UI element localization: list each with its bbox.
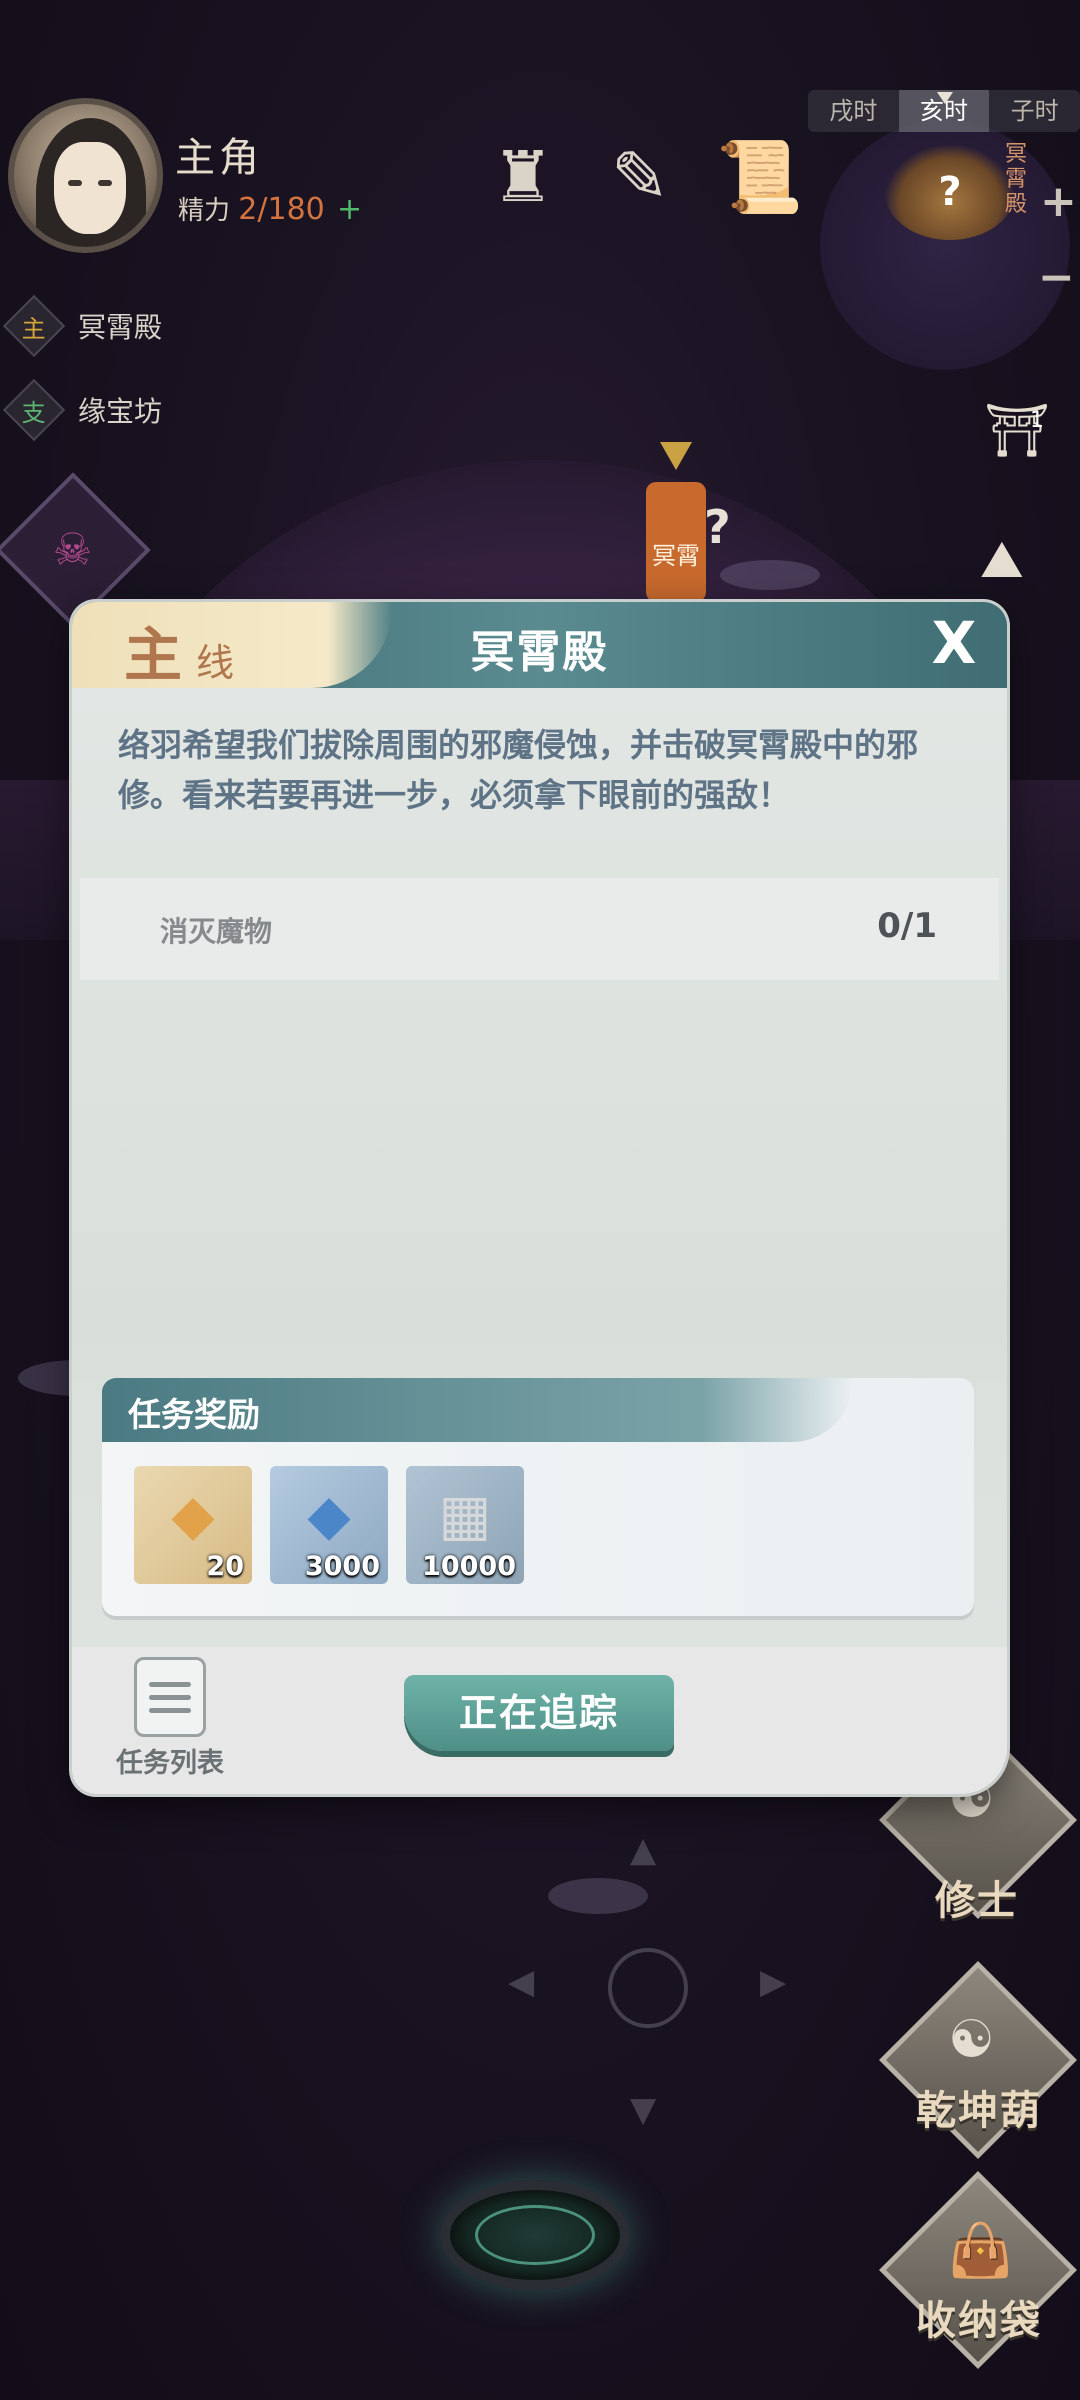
side-menu-label: 乾坤葫	[916, 2088, 1042, 2134]
demon-mask-icon: ☠	[53, 524, 93, 576]
reward-title: 任务奖励	[128, 1395, 260, 1434]
sword-tool-icon[interactable]: ♜	[478, 130, 568, 225]
marker-label: 冥霄	[652, 542, 700, 570]
reward-quantity: 10000	[422, 1551, 516, 1582]
stamina-display: 精力 2/180 +	[178, 190, 362, 227]
dpad-down-icon[interactable]: ▼	[630, 2090, 656, 2130]
marker-arrow-icon	[660, 442, 692, 470]
quest-list-label: 任务列表	[116, 1748, 224, 1779]
quest-tag: 主	[2, 294, 66, 358]
reward-quantity: 20	[206, 1551, 244, 1582]
cloud	[720, 560, 820, 590]
reward-quantity: 3000	[304, 1551, 380, 1582]
stamina-add-button[interactable]: +	[337, 192, 362, 227]
dpad-right-icon[interactable]: ▶	[760, 1962, 786, 2002]
time-cell: 子时	[1010, 97, 1059, 125]
player-avatar[interactable]	[8, 98, 163, 253]
quest-tag-text: 支	[22, 398, 46, 427]
time-marker-icon	[937, 92, 953, 104]
stamina-label: 精力	[178, 196, 231, 226]
reward-item[interactable]: ◆ 20	[134, 1466, 252, 1584]
quest-tracker-main[interactable]: 主 冥霄殿	[2, 294, 163, 358]
stamina-value: 2/180	[238, 192, 325, 227]
quest-objective-row: 消灭魔物 0/1	[80, 878, 999, 980]
notification-count: 1	[1030, 408, 1044, 433]
scroll-tool-icon[interactable]: 📜	[715, 130, 805, 225]
reward-panel: 任务奖励 ◆ 20 ◆ 3000 ▦ 10000	[102, 1378, 974, 1616]
pagoda-icon[interactable]: ⛰	[980, 530, 1024, 591]
dpad-up-icon[interactable]: ▲	[630, 1830, 656, 1870]
gourd-icon: ☯	[948, 2010, 995, 2070]
avatar-eye	[98, 180, 112, 186]
teleport-portal[interactable]	[440, 2180, 630, 2290]
quest-tag-text: 主	[22, 314, 46, 343]
side-menu-label: 修士	[935, 1878, 1019, 1924]
portal-ring	[475, 2205, 595, 2265]
quest-description: 络羽希望我们拔除周围的邪魔侵蚀，并击破冥霄殿中的邪修。看来若要再进一步，必须拿下…	[118, 726, 919, 814]
list-icon	[134, 1657, 206, 1737]
location-label: 冥霄殿	[1005, 142, 1028, 217]
quest-tag: 支	[2, 378, 66, 442]
quest-name: 冥霄殿	[78, 311, 163, 344]
time-cell: 戌时	[829, 97, 878, 125]
dialog-footer: 任务列表 正在追踪	[72, 1647, 1007, 1794]
reward-item[interactable]: ▦ 10000	[406, 1466, 524, 1584]
quest-detail-dialog: 主 线 冥霄殿 X 络羽希望我们拔除周围的邪魔侵蚀，并击破冥霄殿中的邪修。看来若…	[72, 602, 1007, 1794]
map-location-marker[interactable]: 冥霄	[646, 442, 706, 602]
zoom-out-button[interactable]: −	[1038, 252, 1075, 303]
brush-tool-icon[interactable]: ✎	[595, 130, 685, 225]
joystick[interactable]	[608, 1948, 688, 2028]
objective-label: 消灭魔物	[160, 915, 273, 948]
close-button[interactable]: X	[919, 608, 989, 678]
avatar-eye	[68, 180, 82, 186]
dialog-title: 冥霄殿	[470, 627, 609, 678]
tracking-button[interactable]: 正在追踪	[404, 1675, 674, 1751]
location-nest-icon[interactable]: ?	[885, 145, 1015, 240]
quest-name: 缘宝坊	[78, 395, 163, 428]
player-name: 主角	[175, 135, 263, 181]
zoom-in-button[interactable]: +	[1040, 176, 1077, 227]
dialog-header: 主 线 冥霄殿 X	[72, 602, 1007, 689]
reward-item[interactable]: ◆ 3000	[270, 1466, 388, 1584]
dpad-left-icon[interactable]: ◀	[508, 1962, 534, 2002]
quest-list-button[interactable]: 任务列表	[110, 1657, 230, 1792]
side-menu-label: 收纳袋	[916, 2298, 1042, 2344]
quest-tracker-side[interactable]: 支 缘宝坊	[2, 378, 163, 442]
avatar-face	[54, 142, 126, 234]
reward-header: 任务奖励	[102, 1378, 852, 1442]
cloud	[548, 1878, 648, 1914]
map-question-icon[interactable]: ?	[704, 500, 731, 554]
objective-progress: 0/1	[877, 906, 937, 946]
bag-icon: 👜	[948, 2221, 1013, 2281]
